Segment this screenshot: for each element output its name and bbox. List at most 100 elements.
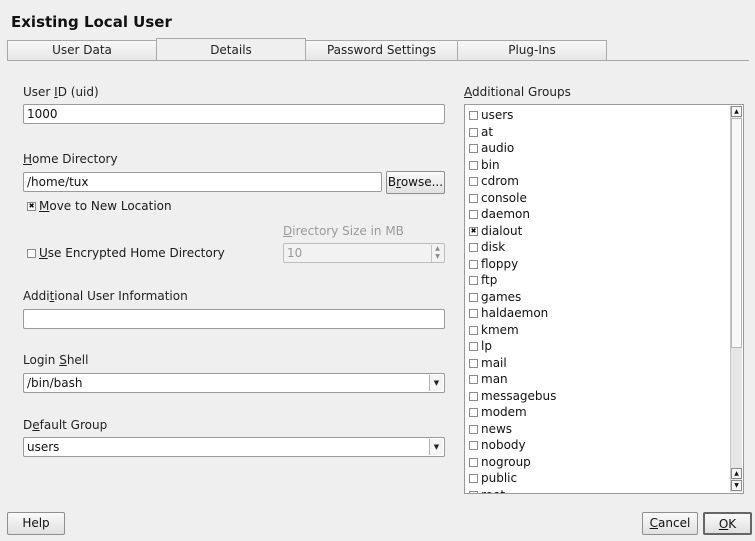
group-item[interactable]: mail (469, 355, 743, 372)
group-checkbox[interactable] (469, 474, 478, 483)
group-checkbox[interactable] (469, 342, 478, 351)
group-name: mail (481, 355, 507, 370)
group-item[interactable]: root (469, 487, 743, 494)
group-item[interactable]: man (469, 371, 743, 388)
additional-groups-list[interactable]: users at audio bin cdrom console daemon dialout… (464, 104, 744, 494)
group-name: daemon (481, 207, 530, 221)
group-checkbox[interactable] (469, 292, 478, 302)
group-checkbox[interactable] (469, 144, 478, 153)
group-checkbox[interactable] (469, 375, 478, 384)
tab-details[interactable]: Details (156, 38, 306, 60)
additional-info-field[interactable] (23, 309, 445, 329)
directory-size-spinbox[interactable]: 10 ▲ ▼ (283, 243, 445, 263)
uid-label: User ID (uid) (23, 85, 99, 99)
group-item[interactable]: lp (469, 338, 743, 355)
group-checkbox[interactable] (469, 424, 478, 434)
tab-plug-ins[interactable]: Plug-Ins (457, 40, 607, 60)
use-encrypted-home-checkbox[interactable]: Use Encrypted Home Directory (27, 246, 225, 260)
cancel-button[interactable]: Cancel (642, 512, 698, 535)
additional-info-label: Additional User Information (23, 289, 188, 303)
group-item[interactable]: dialout (469, 223, 743, 240)
scroll-up-icon[interactable]: ▲ (731, 468, 742, 479)
scroll-thumb[interactable] (731, 118, 742, 348)
group-item[interactable]: nogroup (469, 454, 743, 471)
group-name: messagebus (481, 388, 557, 403)
uid-field[interactable]: 1000 (23, 104, 445, 124)
tab-user-data[interactable]: User Data (7, 40, 157, 60)
group-name: dialout (481, 223, 523, 238)
group-name: kmem (481, 322, 519, 337)
group-item[interactable]: ftp (469, 272, 743, 289)
group-item[interactable]: disk (469, 239, 743, 256)
group-checkbox[interactable] (469, 408, 478, 417)
group-item[interactable]: public (469, 470, 743, 487)
group-item[interactable]: audio (469, 140, 743, 157)
group-checkbox[interactable] (469, 193, 478, 203)
group-checkbox[interactable] (469, 177, 478, 186)
group-checkbox[interactable] (469, 160, 478, 170)
group-checkbox[interactable] (469, 210, 478, 219)
chevron-down-icon[interactable]: ▼ (429, 439, 443, 455)
group-name: lp (481, 339, 492, 353)
group-checkbox[interactable] (469, 127, 478, 137)
group-name: console (481, 190, 527, 205)
spin-buttons[interactable]: ▲ ▼ (431, 245, 443, 262)
group-name: users (481, 108, 514, 122)
group-name: at (481, 124, 494, 139)
group-item[interactable]: news (469, 421, 743, 438)
group-item[interactable]: daemon (469, 206, 743, 223)
tab-password-settings[interactable]: Password Settings (305, 40, 458, 60)
spin-down-icon[interactable]: ▼ (432, 253, 443, 261)
group-item[interactable]: nobody (469, 437, 743, 454)
group-checkbox[interactable] (469, 243, 478, 252)
group-item[interactable]: games (469, 289, 743, 306)
group-name: public (481, 471, 518, 485)
group-checkbox[interactable] (469, 309, 478, 318)
group-checkbox[interactable] (469, 226, 478, 236)
help-button[interactable]: Help (7, 512, 65, 535)
group-name: bin (481, 157, 500, 172)
move-checkbox-box[interactable] (27, 202, 36, 211)
ok-button[interactable]: OK (703, 512, 752, 535)
group-checkbox[interactable] (469, 325, 478, 335)
group-name: modem (481, 405, 527, 419)
group-name: disk (481, 240, 506, 254)
groups-scrollbar[interactable]: ▲ ▲ ▼ (730, 106, 742, 492)
scroll-down-icon[interactable]: ▼ (731, 480, 742, 491)
group-item[interactable]: at (469, 124, 743, 141)
group-checkbox[interactable] (469, 276, 478, 285)
group-name: nogroup (481, 454, 531, 469)
group-checkbox[interactable] (469, 111, 478, 120)
group-item[interactable]: messagebus (469, 388, 743, 405)
home-directory-field[interactable]: /home/tux (23, 172, 382, 192)
group-name: haldaemon (481, 306, 549, 320)
browse-button[interactable]: Browse... (386, 171, 445, 194)
encrypted-checkbox-box[interactable] (27, 249, 36, 258)
login-shell-label: Login Shell (23, 353, 89, 367)
group-item[interactable]: floppy (469, 256, 743, 273)
group-checkbox[interactable] (469, 358, 478, 368)
group-item[interactable]: bin (469, 157, 743, 174)
group-item[interactable]: modem (469, 404, 743, 421)
group-name: root (481, 488, 505, 494)
group-item[interactable]: users (469, 107, 743, 124)
group-checkbox[interactable] (469, 457, 478, 467)
group-checkbox[interactable] (469, 391, 478, 401)
group-checkbox[interactable] (469, 490, 478, 493)
group-item[interactable]: console (469, 190, 743, 207)
login-shell-value: /bin/bash (27, 376, 83, 390)
group-item[interactable]: haldaemon (469, 305, 743, 322)
group-checkbox[interactable] (469, 441, 478, 450)
group-checkbox[interactable] (469, 259, 478, 269)
spin-up-icon[interactable]: ▲ (432, 245, 443, 253)
group-name: audio (481, 141, 515, 155)
default-group-combo[interactable]: users ▼ (23, 437, 445, 457)
move-to-new-location-checkbox[interactable]: Move to New Location (27, 199, 172, 213)
group-item[interactable]: cdrom (469, 173, 743, 190)
chevron-down-icon[interactable]: ▼ (429, 375, 443, 391)
group-item[interactable]: kmem (469, 322, 743, 339)
login-shell-combo[interactable]: /bin/bash ▼ (23, 373, 445, 393)
default-group-label: Default Group (23, 418, 108, 432)
directory-size-label: Directory Size in MB (283, 224, 404, 238)
scroll-up-icon[interactable]: ▲ (731, 106, 742, 117)
